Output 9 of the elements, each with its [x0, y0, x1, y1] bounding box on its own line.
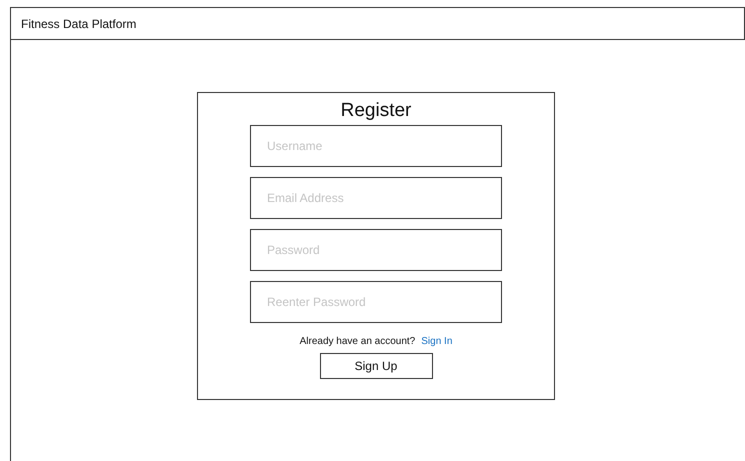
- prompt-text: Already have an account?: [300, 335, 416, 349]
- input-field[interactable]: Username: [250, 125, 502, 167]
- input-field[interactable]: Reenter Password: [250, 281, 502, 323]
- input-field[interactable]: Email Address: [250, 177, 502, 219]
- form-title: Register: [340, 99, 412, 123]
- sign-in-link[interactable]: Sign In: [421, 335, 452, 349]
- app-title: Fitness Data Platform: [21, 16, 136, 32]
- sign-up-button[interactable]: Sign Up: [320, 353, 432, 379]
- input-field[interactable]: Password: [250, 229, 502, 271]
